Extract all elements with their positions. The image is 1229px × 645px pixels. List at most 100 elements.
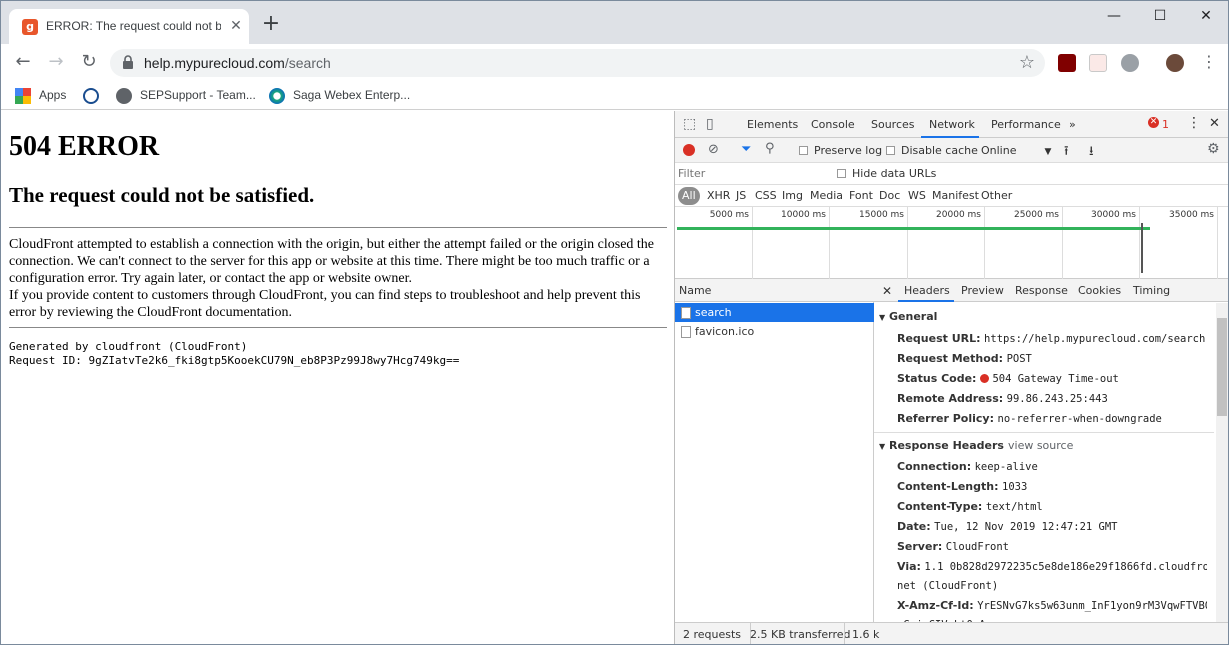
close-devtools-icon[interactable]: ✕ — [1209, 116, 1220, 131]
throttle-select[interactable]: Online ▼ — [981, 144, 1051, 157]
hide-data-urls-label: Hide data URLs — [852, 167, 937, 180]
devtools-menu-icon[interactable]: ⋮ — [1187, 115, 1201, 131]
detail-tab-response[interactable]: Response — [1015, 284, 1068, 297]
type-filter-doc[interactable]: Doc — [879, 189, 900, 202]
header-key: Request Method: — [897, 352, 1004, 365]
timeline-tick-label: 5000 ms — [709, 210, 749, 220]
error-icon[interactable]: ✕ — [1148, 117, 1159, 128]
header-value: 1.1 0b828d2972235c5e8de186e29f1866fd.clo… — [924, 561, 1207, 573]
preserve-log-checkbox[interactable]: Preserve log — [799, 144, 882, 157]
view-source-link[interactable]: view source — [1008, 439, 1073, 452]
filter-icon[interactable]: ⏷ — [741, 142, 751, 157]
detail-scrollbar[interactable] — [1216, 303, 1228, 629]
ublock-extension-icon[interactable] — [1058, 54, 1076, 72]
header-value: 1033 — [1002, 481, 1028, 493]
disable-cache-checkbox[interactable]: Disable cache — [886, 144, 978, 157]
tab-performance[interactable]: Performance — [991, 118, 1061, 131]
type-filter-other[interactable]: Other — [981, 189, 1012, 202]
tab-network[interactable]: Network — [929, 118, 975, 131]
bookmark-star-icon[interactable]: ☆ — [1019, 52, 1035, 73]
error-count[interactable]: 1 — [1162, 118, 1169, 131]
type-filter-font[interactable]: Font — [849, 189, 873, 202]
bookmark-webex[interactable]: Saga Webex Enterp... — [269, 86, 410, 104]
scrollbar-thumb[interactable] — [1217, 318, 1227, 416]
more-tabs-button[interactable]: » — [1069, 118, 1076, 131]
minimize-button[interactable]: — — [1091, 1, 1137, 33]
detail-tab-headers[interactable]: Headers — [904, 284, 950, 297]
error-description: CloudFront attempted to establish a conn… — [9, 237, 655, 286]
bookmark-sepsupport[interactable]: SEPSupport - Team... — [116, 86, 256, 104]
header-value: 504 Gateway Time-out — [992, 373, 1119, 385]
settings-gear-icon[interactable]: ⚙ — [1207, 141, 1220, 157]
type-filter-xhr[interactable]: XHR — [707, 189, 730, 202]
filter-input[interactable] — [678, 165, 826, 182]
record-icon[interactable] — [683, 144, 695, 156]
maximize-button[interactable]: ☐ — [1137, 1, 1183, 33]
type-filter-ws[interactable]: WS — [908, 189, 926, 202]
response-headers-toggle[interactable]: ▼ Response Headers — [879, 439, 1004, 452]
triangle-down-icon: ▼ — [879, 442, 886, 451]
device-toolbar-icon[interactable]: ▯ — [706, 116, 714, 132]
header-value: keep-alive — [974, 461, 1038, 473]
devtools-panel: ⬚ ▯ Elements Console Sources Network Per… — [674, 111, 1228, 644]
tab-title: ERROR: The request could not be satisfie… — [46, 19, 221, 33]
header-row: net (CloudFront) — [897, 579, 1207, 592]
type-filter-js[interactable]: JS — [736, 189, 746, 202]
close-detail-icon[interactable]: ✕ — [882, 284, 892, 298]
preserve-log-label: Preserve log — [814, 144, 883, 157]
network-timeline-overview[interactable]: 5000 ms 10000 ms 15000 ms 20000 ms 25000… — [675, 207, 1228, 279]
header-value: 99.86.243.25:443 — [1006, 393, 1108, 405]
reload-icon[interactable]: ↻ — [77, 50, 101, 74]
menu-kebab-icon[interactable]: ⋮ — [1197, 50, 1221, 74]
header-row: Via: 1.1 0b828d2972235c5e8de186e29f1866f… — [897, 560, 1207, 573]
search-icon[interactable]: ⚲ — [765, 141, 775, 156]
import-har-icon[interactable]: ⭱ — [1064, 142, 1069, 164]
type-filter-media[interactable]: Media — [810, 189, 843, 202]
close-tab-icon[interactable]: ✕ — [227, 17, 245, 35]
chevron-down-icon: ▼ — [1044, 147, 1052, 157]
tab-elements[interactable]: Elements — [747, 118, 798, 131]
detail-tab-preview[interactable]: Preview — [961, 284, 1004, 297]
request-id: Request ID: 9gZIatvTe2k6_fki8gtp5KooekCU… — [9, 354, 460, 367]
back-arrow-icon[interactable]: ← — [11, 50, 35, 74]
export-har-icon[interactable]: ⭳ — [1089, 142, 1094, 164]
tab-console[interactable]: Console — [811, 118, 855, 131]
transferred-size: 2.5 KB transferred — [750, 628, 851, 641]
error-subheading: The request could not be satisfied. — [9, 183, 315, 207]
response-headers-title: Response Headers — [889, 439, 1004, 452]
bookmark-apps[interactable]: Apps — [15, 86, 66, 104]
forward-arrow-icon[interactable]: → — [44, 50, 68, 74]
header-key: Date: — [897, 520, 931, 533]
pdf-extension-icon[interactable] — [1089, 54, 1107, 72]
type-filter-img[interactable]: Img — [782, 189, 803, 202]
cloudfront-help-text: If you provide content to customers thro… — [9, 288, 641, 320]
clear-icon[interactable]: ⊘ — [708, 142, 719, 157]
type-filter-all[interactable]: All — [678, 187, 700, 205]
active-detail-tab-indicator — [898, 300, 954, 302]
header-value: CloudFront — [945, 541, 1009, 553]
request-row-favicon[interactable]: favicon.ico — [675, 322, 874, 341]
name-column-header[interactable]: Name ✕ — [675, 279, 890, 302]
hide-data-urls-checkbox[interactable]: Hide data URLs — [837, 167, 936, 180]
tab-sources[interactable]: Sources — [871, 118, 915, 131]
timeline-gridline — [1217, 207, 1218, 279]
detail-tab-timing[interactable]: Timing — [1133, 284, 1170, 297]
chat-extension-icon[interactable] — [1121, 54, 1139, 72]
detail-tab-cookies[interactable]: Cookies — [1078, 284, 1121, 297]
browser-tab[interactable]: g ERROR: The request could not be satisf… — [9, 9, 249, 44]
bookmark-plus[interactable] — [83, 86, 107, 104]
header-row: Server: CloudFront — [897, 540, 1207, 553]
new-tab-button[interactable]: + — [259, 13, 283, 37]
close-window-button[interactable]: ✕ — [1183, 1, 1228, 33]
header-row: Content-Length: 1033 — [897, 480, 1207, 493]
general-section-toggle[interactable]: ▼ General — [879, 310, 937, 323]
type-filter-manifest[interactable]: Manifest — [932, 189, 979, 202]
timeline-gridline — [752, 207, 753, 279]
profile-avatar[interactable] — [1166, 54, 1184, 72]
inspect-element-icon[interactable]: ⬚ — [683, 116, 696, 132]
request-row-search[interactable]: search — [675, 303, 874, 322]
type-filter-css[interactable]: CSS — [755, 189, 777, 202]
address-bar[interactable]: help.mypurecloud.com/search ☆ — [110, 49, 1045, 77]
page-content: 504 ERROR The request could not be satis… — [1, 111, 674, 644]
header-key: Connection: — [897, 460, 972, 473]
